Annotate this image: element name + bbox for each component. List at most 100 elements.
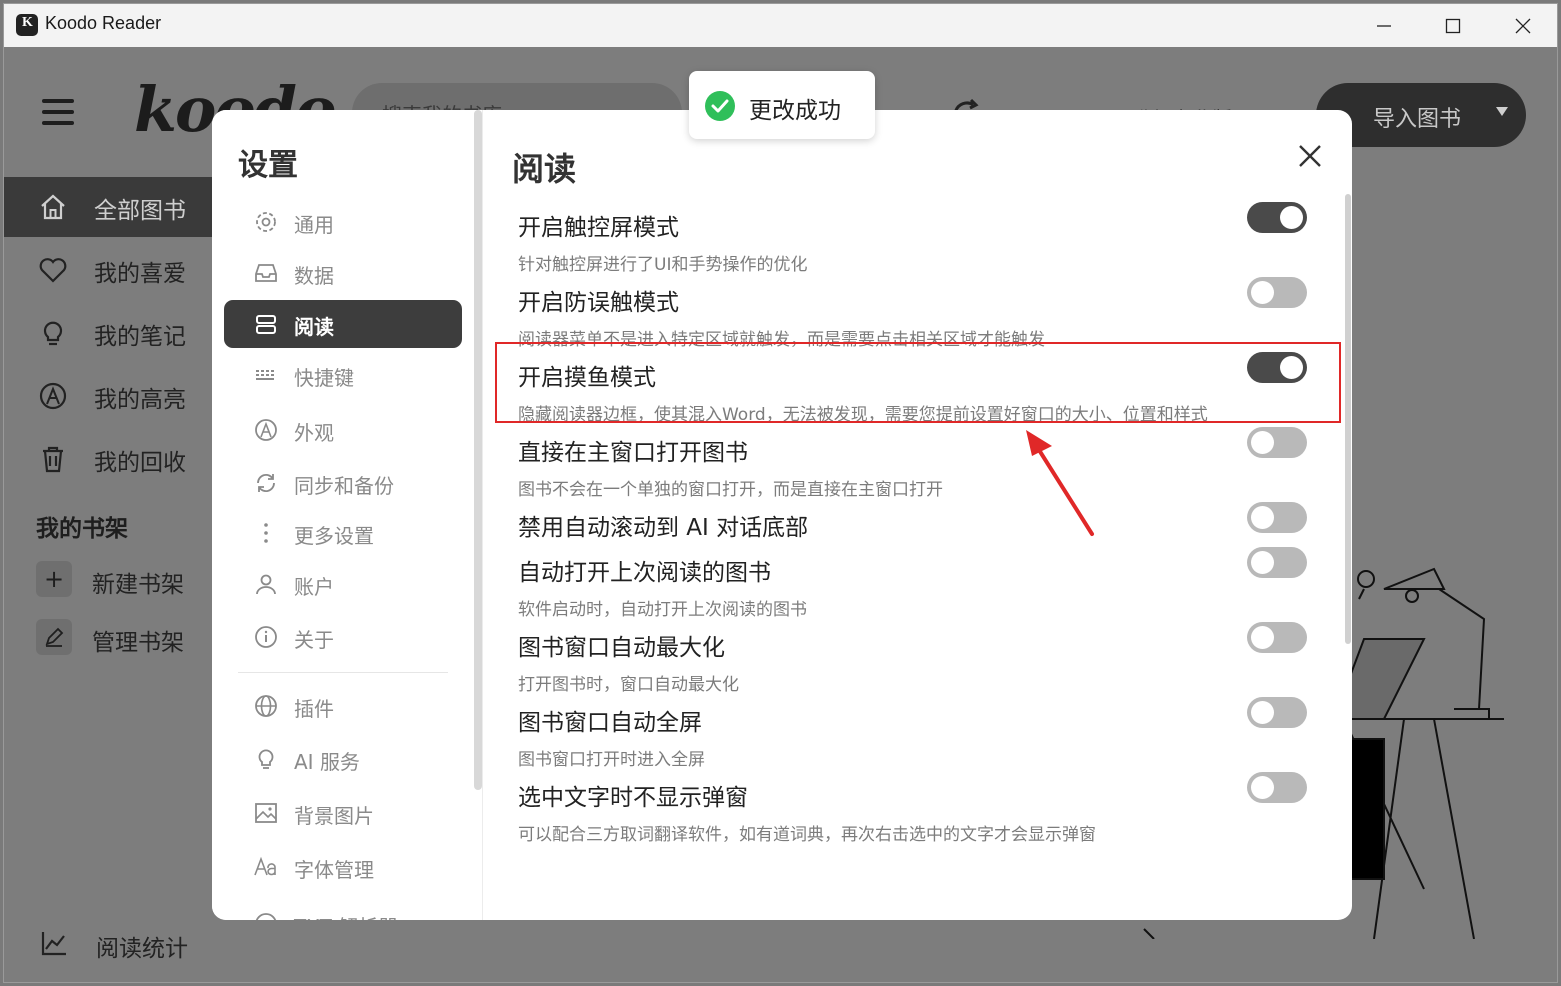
settings-menu-about[interactable]: 关于 bbox=[224, 613, 462, 661]
sidebar-item-label: 我的喜爱 bbox=[94, 261, 186, 287]
trash-icon bbox=[43, 446, 63, 473]
reading-icon bbox=[256, 315, 276, 334]
settings-menu-general[interactable]: 通用 bbox=[224, 198, 462, 246]
option-title: 直接在主窗口打开图书 bbox=[518, 440, 748, 466]
plus-icon[interactable]: + bbox=[36, 561, 72, 597]
settings-menu-ai[interactable]: AI 服务 bbox=[224, 735, 462, 783]
settings-menu-account[interactable]: 账户 bbox=[224, 560, 462, 608]
keyboard-icon bbox=[256, 370, 274, 380]
annotation-highlight-box bbox=[495, 342, 1341, 423]
option-desc: 打开图书时，窗口自动最大化 bbox=[518, 675, 739, 695]
maximize-icon bbox=[1445, 18, 1461, 33]
toggle-hide-popup[interactable] bbox=[1247, 772, 1307, 803]
option-desc: 软件启动时，自动打开上次阅读的图书 bbox=[518, 600, 807, 620]
menu-label: 阅读 bbox=[294, 315, 334, 339]
window-close-button[interactable] bbox=[1488, 4, 1557, 47]
option-title: 图书窗口自动全屏 bbox=[518, 710, 702, 736]
heart-icon bbox=[39, 258, 67, 283]
content-scrollbar[interactable] bbox=[1345, 194, 1351, 644]
toggle-auto-open-last[interactable] bbox=[1247, 547, 1307, 578]
option-auto-open-last: 自动打开上次阅读的图书 软件启动时，自动打开上次阅读的图书 bbox=[518, 553, 1318, 620]
toggle-touch-mode[interactable] bbox=[1247, 202, 1307, 233]
app-window: Koodo Reader koodo 搜索我的书库 升级专业版 导入图书 bbox=[3, 3, 1558, 983]
menu-label: 关于 bbox=[294, 628, 334, 652]
minimize-button[interactable] bbox=[1349, 4, 1419, 47]
sidebar-item-notes[interactable]: 我的笔记 bbox=[4, 303, 224, 363]
close-icon bbox=[1515, 18, 1531, 33]
modal-divider bbox=[482, 110, 483, 920]
import-label: 导入图书 bbox=[1373, 107, 1462, 132]
option-title: 自动打开上次阅读的图书 bbox=[518, 560, 771, 586]
toggle-open-in-main[interactable] bbox=[1247, 427, 1307, 458]
sidebar-scrollbar[interactable] bbox=[474, 110, 482, 790]
option-disable-ai-scroll: 禁用自动滚动到 AI 对话底部 bbox=[518, 508, 1318, 542]
new-shelf-link[interactable]: 新建书架 bbox=[92, 565, 184, 599]
option-desc: 可以配合三方取词翻译软件，如有道词典，再次右击选中的文字才会显示弹窗 bbox=[518, 825, 1096, 845]
settings-menu-txt-parser[interactable]: TXT 解析器 bbox=[224, 900, 462, 920]
sidebar-item-all-books[interactable]: 全部图书 bbox=[4, 177, 224, 237]
edit-icon[interactable] bbox=[36, 619, 72, 655]
settings-menu-sync[interactable]: 同步和备份 bbox=[224, 459, 462, 507]
reading-stats-link[interactable]: 阅读统计 bbox=[96, 929, 188, 963]
menu-toggle-button[interactable] bbox=[42, 99, 74, 129]
shelf-heading: 我的书架 bbox=[36, 516, 128, 542]
check-circle-icon bbox=[705, 91, 735, 121]
option-hide-popup: 选中文字时不显示弹窗 可以配合三方取词翻译软件，如有道词典，再次右击选中的文字才… bbox=[518, 778, 1318, 845]
option-title: 开启触控屏模式 bbox=[518, 215, 679, 241]
menu-label: 字体管理 bbox=[294, 858, 374, 882]
app-logo-icon bbox=[16, 14, 38, 36]
settings-dialog: 设置 通用 数据 阅读 快捷键 外观 同步和备份 更多设置 账户 关于 插件 A… bbox=[212, 110, 1352, 920]
settings-sidebar: 设置 通用 数据 阅读 快捷键 外观 同步和备份 更多设置 账户 关于 插件 A… bbox=[212, 110, 482, 920]
font-icon bbox=[254, 856, 276, 876]
option-desc: 针对触控屏进行了UI和手势操作的优化 bbox=[518, 255, 808, 275]
toggle-auto-fullscreen[interactable] bbox=[1247, 697, 1307, 728]
settings-menu-data[interactable]: 数据 bbox=[224, 249, 462, 297]
settings-menu-shortcuts[interactable]: 快捷键 bbox=[224, 351, 462, 399]
menu-label: 账户 bbox=[294, 575, 334, 599]
settings-menu-appearance[interactable]: 外观 bbox=[224, 406, 462, 454]
settings-menu-reading[interactable]: 阅读 bbox=[224, 300, 462, 348]
toggle-auto-maximize[interactable] bbox=[1247, 622, 1307, 653]
menu-label: 插件 bbox=[294, 697, 334, 721]
toggle-disable-ai-scroll[interactable] bbox=[1247, 502, 1307, 533]
success-toast: 更改成功 bbox=[689, 71, 875, 139]
home-icon bbox=[41, 194, 65, 220]
title-bar: Koodo Reader bbox=[4, 4, 1557, 47]
annotation-arrow-icon bbox=[1026, 430, 1094, 536]
settings-title: 设置 bbox=[238, 148, 298, 183]
sidebar-item-favorites[interactable]: 我的喜爱 bbox=[4, 240, 224, 300]
lightbulb-icon bbox=[258, 749, 274, 769]
menu-label: 快捷键 bbox=[294, 366, 354, 390]
option-desc: 图书窗口打开时进入全屏 bbox=[518, 750, 705, 770]
menu-label: 通用 bbox=[294, 213, 334, 237]
toast-message: 更改成功 bbox=[749, 98, 841, 124]
sidebar-item-trash[interactable]: 我的回收 bbox=[4, 429, 224, 489]
chevron-down-icon[interactable] bbox=[1496, 107, 1508, 116]
parser-icon bbox=[255, 913, 277, 920]
toggle-anti-mistouch[interactable] bbox=[1247, 277, 1307, 308]
sidebar-item-label: 我的笔记 bbox=[94, 324, 186, 350]
pencil-icon bbox=[45, 627, 64, 647]
window-title: Koodo Reader bbox=[45, 13, 162, 33]
settings-menu-fonts[interactable]: 字体管理 bbox=[224, 843, 462, 891]
option-open-in-main: 直接在主窗口打开图书 图书不会在一个单独的窗口打开，而是直接在主窗口打开 bbox=[518, 433, 1318, 500]
inbox-icon bbox=[255, 264, 277, 282]
option-title: 选中文字时不显示弹窗 bbox=[518, 785, 748, 811]
close-icon[interactable] bbox=[1294, 140, 1326, 172]
menu-divider bbox=[238, 672, 448, 673]
settings-menu-background[interactable]: 背景图片 bbox=[224, 789, 462, 837]
option-title: 开启防误触模式 bbox=[518, 290, 679, 316]
image-icon bbox=[255, 803, 277, 823]
settings-menu-more[interactable]: 更多设置 bbox=[224, 509, 462, 557]
option-desc: 图书不会在一个单独的窗口打开，而是直接在主窗口打开 bbox=[518, 480, 943, 500]
sync-icon bbox=[257, 473, 275, 493]
settings-menu-plugins[interactable]: 插件 bbox=[224, 682, 462, 730]
highlight-icon bbox=[39, 382, 67, 410]
manage-shelf-link[interactable]: 管理书架 bbox=[92, 623, 184, 657]
chart-icon bbox=[41, 932, 66, 956]
sidebar-item-highlights[interactable]: 我的高亮 bbox=[4, 366, 224, 426]
maximize-button[interactable] bbox=[1418, 4, 1488, 47]
sidebar-item-label: 我的高亮 bbox=[94, 387, 186, 413]
menu-label: 数据 bbox=[294, 264, 334, 288]
lightbulb-icon bbox=[43, 321, 63, 346]
